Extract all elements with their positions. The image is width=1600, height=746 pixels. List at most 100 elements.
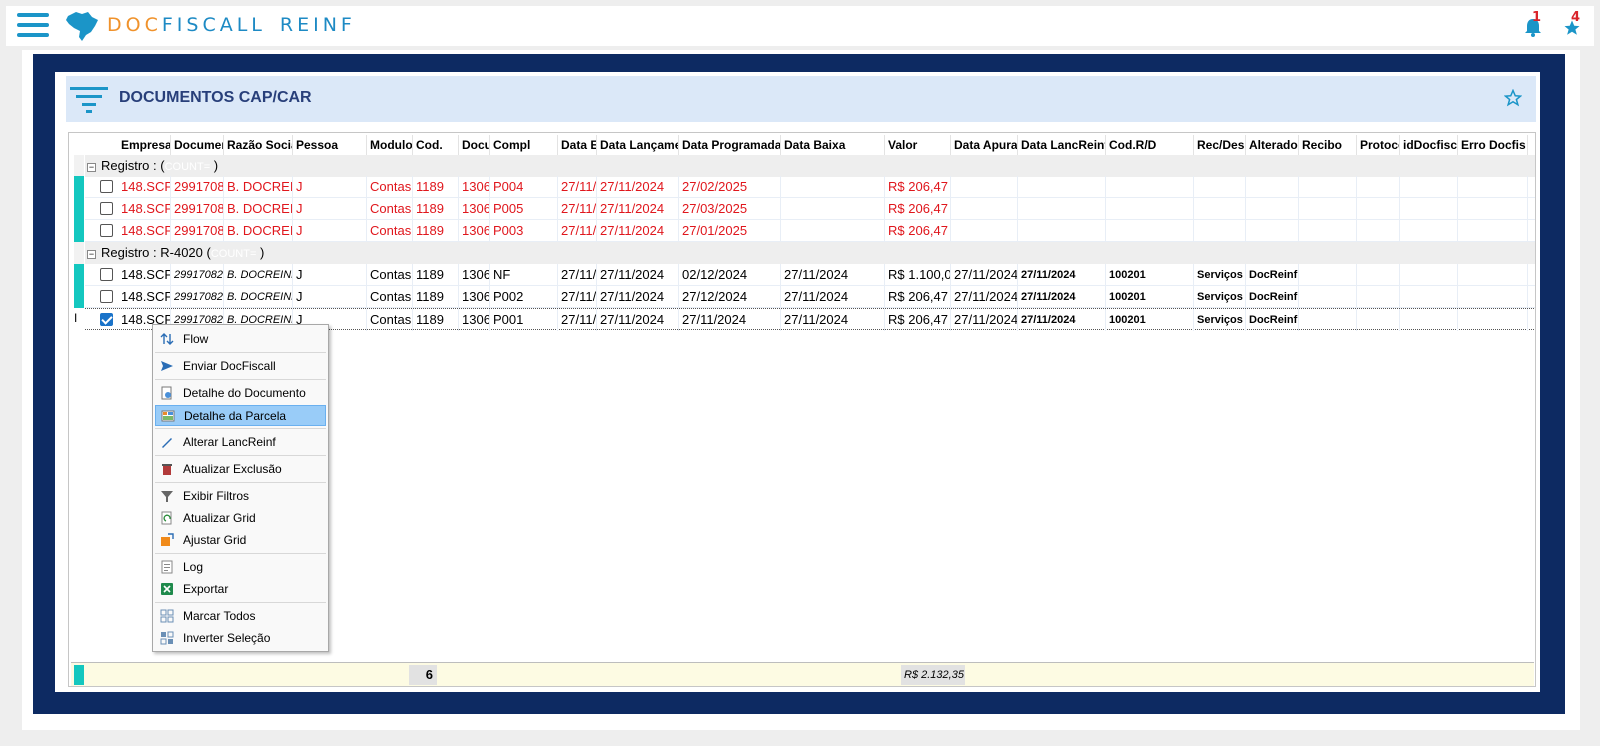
column-header[interactable]: Documento [171,135,224,155]
row-checkbox[interactable] [100,313,113,326]
column-header[interactable]: Recibo [1299,135,1357,155]
footer-sum: R$ 2.132,35 [901,665,965,685]
column-header[interactable]: Data Emissão [558,135,597,155]
table-cell: 1306 [459,176,490,198]
row-checkbox[interactable] [100,224,113,237]
column-header[interactable]: idDocfiscall [1400,135,1458,155]
table-row[interactable]: 148.SCP2991708200B. DOCREINFJContas11891… [85,176,1535,198]
table-cell: 100201 [1106,264,1194,286]
table-cell: 1189 [413,176,459,198]
menu-item-exibir-filtros[interactable]: Exibir Filtros [155,486,326,507]
table-cell: 148.SCP [118,264,171,286]
table-cell: 27/11/2024 [597,309,679,331]
table-row[interactable]: 148.SCP29917082000B. DOCREINFJContas1189… [85,286,1535,308]
collapse-icon[interactable]: − [87,163,96,172]
notifications-button[interactable]: 1 [1524,10,1548,38]
favorites-button[interactable]: 4 [1563,10,1587,38]
context-menu: Flow Enviar DocFiscall Detalhe do Document… [152,324,329,652]
column-header[interactable]: Compl [490,135,558,155]
menu-item-flow[interactable]: Flow [155,329,326,350]
menu-item-log[interactable]: Log [155,557,326,578]
group-indicator [74,155,84,177]
send-icon [161,361,173,371]
table-cell [1357,198,1400,220]
menu-item-detalhe-da-parcela[interactable]: Detalhe da Parcela [155,405,326,426]
table-cell: 27/11/2024 [558,220,597,242]
table-cell [1299,176,1357,198]
table-cell: 2991708200 [171,198,224,220]
table-cell: R$ 1.100,00 [885,264,951,286]
table-cell [1357,286,1400,308]
table-cell: P001 [490,309,558,331]
menu-item-alterar-lancreinf[interactable]: Alterar LancReinf [155,432,326,453]
table-cell: Serviços [1194,286,1246,308]
row-checkbox[interactable] [100,290,113,303]
row-checkbox[interactable] [100,202,113,215]
column-header[interactable]: Pessoa [293,135,367,155]
row-checkbox[interactable] [100,268,113,281]
column-header[interactable]: Protocolo [1357,135,1400,155]
menu-item-label: Inverter Seleção [183,631,271,645]
table-cell: 1189 [413,309,459,331]
table-cell: 2991708200 [171,220,224,242]
menu-item-label: Log [183,560,204,574]
menu-item-exportar[interactable]: Exportar [155,579,326,600]
menu-separator [155,352,326,353]
filter-lines-icon[interactable] [70,85,110,115]
table-row[interactable]: 148.SCP29917082000B. DOCREINFJContas1189… [85,264,1535,286]
column-header[interactable]: Data Baixa [781,135,885,155]
column-header[interactable]: Valor [885,135,951,155]
collapse-icon[interactable]: − [87,250,96,259]
table-cell [1299,264,1357,286]
menu-item-atualizar-grid[interactable]: Atualizar Grid [155,508,326,529]
document-detail-icon [161,386,172,400]
row-cursor-icon: I [74,311,78,325]
table-row[interactable]: 148.SCP2991708200B. DOCREINFJContas11891… [85,220,1535,242]
table-cell: J [293,286,367,308]
table-cell [1458,264,1528,286]
menu-separator [155,379,326,380]
menu-item-label: Atualizar Exclusão [183,462,282,476]
footer-indicator [74,665,84,685]
table-row[interactable]: 148.SCP2991708200B. DOCREINFJContas11891… [85,198,1535,220]
table-cell [1106,198,1194,220]
table-cell: 02/12/2024 [679,264,781,286]
hamburger-menu-icon[interactable] [17,13,49,39]
table-cell: 27/11/2024 [597,264,679,286]
column-header[interactable]: Data LancReinf [1018,135,1106,155]
menu-item-marcar-todos[interactable]: Marcar Todos [155,606,326,627]
row-indicator [74,264,84,286]
table-cell [1357,176,1400,198]
column-header[interactable]: Razão Social [224,135,293,155]
menu-item-enviar-docfiscall[interactable]: Enviar DocFiscall [155,356,326,377]
menu-item-atualizar-exclusao[interactable]: Atualizar Exclusão [155,459,326,480]
table-cell [1458,198,1528,220]
column-header[interactable]: Data Lançamento [597,135,679,155]
table-cell [1400,198,1458,220]
menu-separator [155,428,326,429]
row-checkbox[interactable] [100,180,113,193]
column-header[interactable]: Data Apuração [951,135,1018,155]
column-header[interactable]: Documento [459,135,490,155]
row-indicator [74,198,84,220]
table-cell: B. DOCREINF [224,264,293,286]
menu-item-detalhe-do-documento[interactable]: Detalhe do Documento [155,383,326,404]
table-cell [951,176,1018,198]
table-cell [1357,220,1400,242]
column-header[interactable]: Empresa [118,135,171,155]
table-cell: 27/11/2024 [558,286,597,308]
table-cell: R$ 206,47 [885,176,951,198]
favorite-star-icon[interactable] [1504,89,1522,107]
menu-item-inverter-selecao[interactable]: Inverter Seleção [155,628,326,649]
column-header[interactable]: Modulo [367,135,413,155]
table-cell: Serviços [1194,309,1246,331]
column-header[interactable]: Erro Docfis [1458,135,1528,155]
column-header[interactable]: Rec/Des [1194,135,1246,155]
column-header[interactable]: Alterador [1246,135,1299,155]
table-cell: 27/11/2024 [1018,309,1106,331]
menu-item-ajustar-grid[interactable]: Ajustar Grid [155,530,326,551]
column-header[interactable]: Cod.R/D [1106,135,1194,155]
column-header[interactable]: Data Programada [679,135,781,155]
table-cell: 1306 [459,220,490,242]
column-header[interactable]: Cod. [413,135,459,155]
